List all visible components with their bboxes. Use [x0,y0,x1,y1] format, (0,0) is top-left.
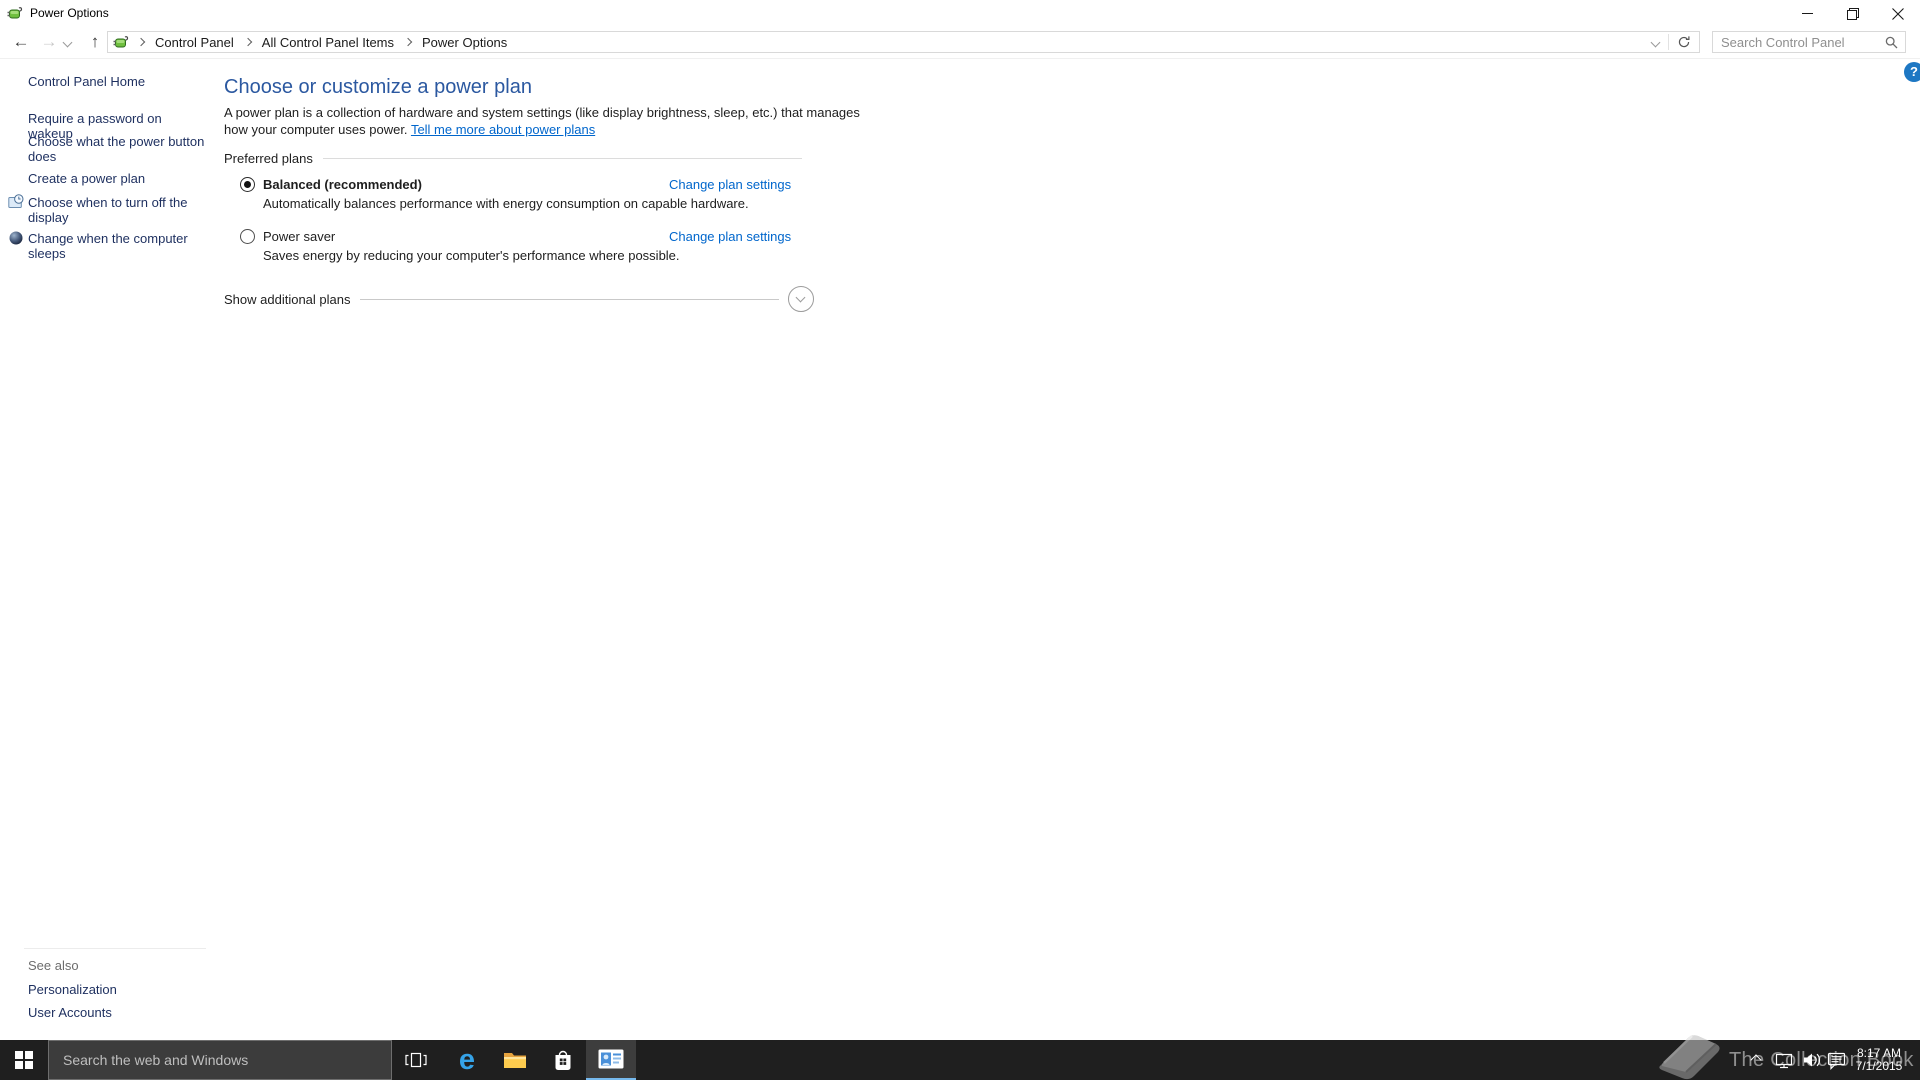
minimize-icon [1802,13,1813,14]
refresh-button[interactable] [1669,32,1699,52]
sleep-clock-icon [9,231,23,245]
restore-icon [1846,7,1859,20]
file-explorer-icon [504,1053,526,1068]
plan-name-power-saver[interactable]: Power saver [263,229,335,244]
sidebar-item-control-panel-home[interactable]: Control Panel Home [28,74,145,89]
back-button[interactable]: ← [8,26,34,58]
breadcrumb-chevron-icon [403,37,413,47]
search-icon[interactable] [1885,36,1898,49]
refresh-icon [1678,36,1690,48]
change-plan-settings-balanced[interactable]: Change plan settings [669,177,791,192]
sidebar-item-create-plan[interactable]: Create a power plan [28,171,210,186]
tray-show-hidden-icons-button[interactable] [1747,1040,1765,1080]
sidebar-item-power-button[interactable]: Choose what the power button does [28,134,210,164]
start-button[interactable] [0,1040,48,1080]
store-button[interactable] [540,1040,586,1080]
taskbar-clock[interactable]: 8:17 AM 7/1/2015 [1850,1047,1908,1073]
power-options-icon [7,7,23,19]
breadcrumb-chevron-icon [136,37,146,47]
tray-action-center-button[interactable] [1824,1040,1850,1080]
expand-plans-button[interactable] [788,286,814,312]
power-options-icon [113,36,129,48]
show-additional-plans-row: Show additional plans [224,285,814,313]
edge-button[interactable]: e [444,1040,490,1080]
task-view-icon [405,1052,427,1068]
control-panel-button-active[interactable] [586,1040,636,1080]
close-button[interactable] [1875,0,1920,27]
taskbar: e [0,1040,1920,1080]
task-view-button[interactable] [392,1040,440,1080]
chevron-down-icon [795,292,806,303]
divider [322,158,802,159]
forward-button[interactable]: → [36,26,62,58]
taskbar-search-input[interactable] [49,1041,391,1079]
page-description: A power plan is a collection of hardware… [224,104,884,138]
taskbar-search [48,1040,392,1080]
speaker-icon [1804,1053,1821,1067]
divider [360,298,779,300]
watermark-book-icon [1659,1035,1720,1080]
address-bar[interactable]: Control Panel All Control Panel Items Po… [107,31,1700,53]
help-button[interactable]: ? [1904,62,1920,82]
tray-volume-button[interactable] [1799,1040,1825,1080]
breadcrumb-all-items[interactable]: All Control Panel Items [260,35,396,50]
up-button[interactable]: ↑ [82,26,108,58]
store-icon [555,1050,571,1070]
navigation-bar: ← → ↑ Control Panel All Control Panel It… [0,26,1920,59]
file-explorer-button[interactable] [492,1040,538,1080]
show-additional-plans-label[interactable]: Show additional plans [224,292,350,307]
breadcrumb-power-options[interactable]: Power Options [420,35,509,50]
description-line-2: how your computer uses power. [224,122,408,137]
network-icon [1775,1053,1793,1069]
control-panel-search [1712,31,1906,53]
clock-date: 7/1/2015 [1855,1059,1903,1073]
preferred-plans-group: Preferred plans [224,151,802,166]
window-title: Power Options [30,6,109,20]
page-title: Choose or customize a power plan [224,76,532,98]
sidebar-item-change-sleep[interactable]: Change when the computer sleeps [28,231,210,261]
action-center-icon [1827,1052,1846,1070]
close-icon [1891,7,1904,20]
radio-balanced[interactable] [240,177,255,192]
sidebar-item-user-accounts[interactable]: User Accounts [28,1005,112,1020]
sidebar-item-personalization[interactable]: Personalization [28,982,117,997]
chevron-up-icon [1750,1054,1762,1066]
divider [24,948,206,949]
edge-icon: e [458,1044,476,1076]
windows-logo-icon [15,1051,33,1069]
breadcrumb-control-panel[interactable]: Control Panel [153,35,236,50]
plan-name-balanced[interactable]: Balanced (recommended) [263,177,422,192]
control-panel-icon [598,1049,624,1069]
description-line-1: A power plan is a collection of hardware… [224,105,860,120]
chevron-down-icon [1650,37,1660,47]
recent-pages-dropdown-icon[interactable] [62,37,73,48]
plan-description-balanced: Automatically balances performance with … [263,196,749,211]
display-clock-icon [8,194,24,208]
plan-description-power-saver: Saves energy by reducing your computer's… [263,248,680,263]
learn-more-link[interactable]: Tell me more about power plans [411,122,595,137]
title-bar: Power Options [0,0,1920,26]
minimize-button[interactable] [1785,0,1830,27]
restore-button[interactable] [1830,0,1875,27]
group-label: Preferred plans [224,151,313,166]
tray-network-button[interactable] [1772,1040,1798,1080]
radio-power-saver[interactable] [240,229,255,244]
address-dropdown-button[interactable] [1642,32,1668,52]
change-plan-settings-power-saver[interactable]: Change plan settings [669,229,791,244]
see-also-header: See also [28,958,79,973]
breadcrumb-chevron-icon [243,37,253,47]
search-input[interactable] [1713,34,1885,50]
sidebar-item-turn-off-display[interactable]: Choose when to turn off the display [28,195,210,225]
